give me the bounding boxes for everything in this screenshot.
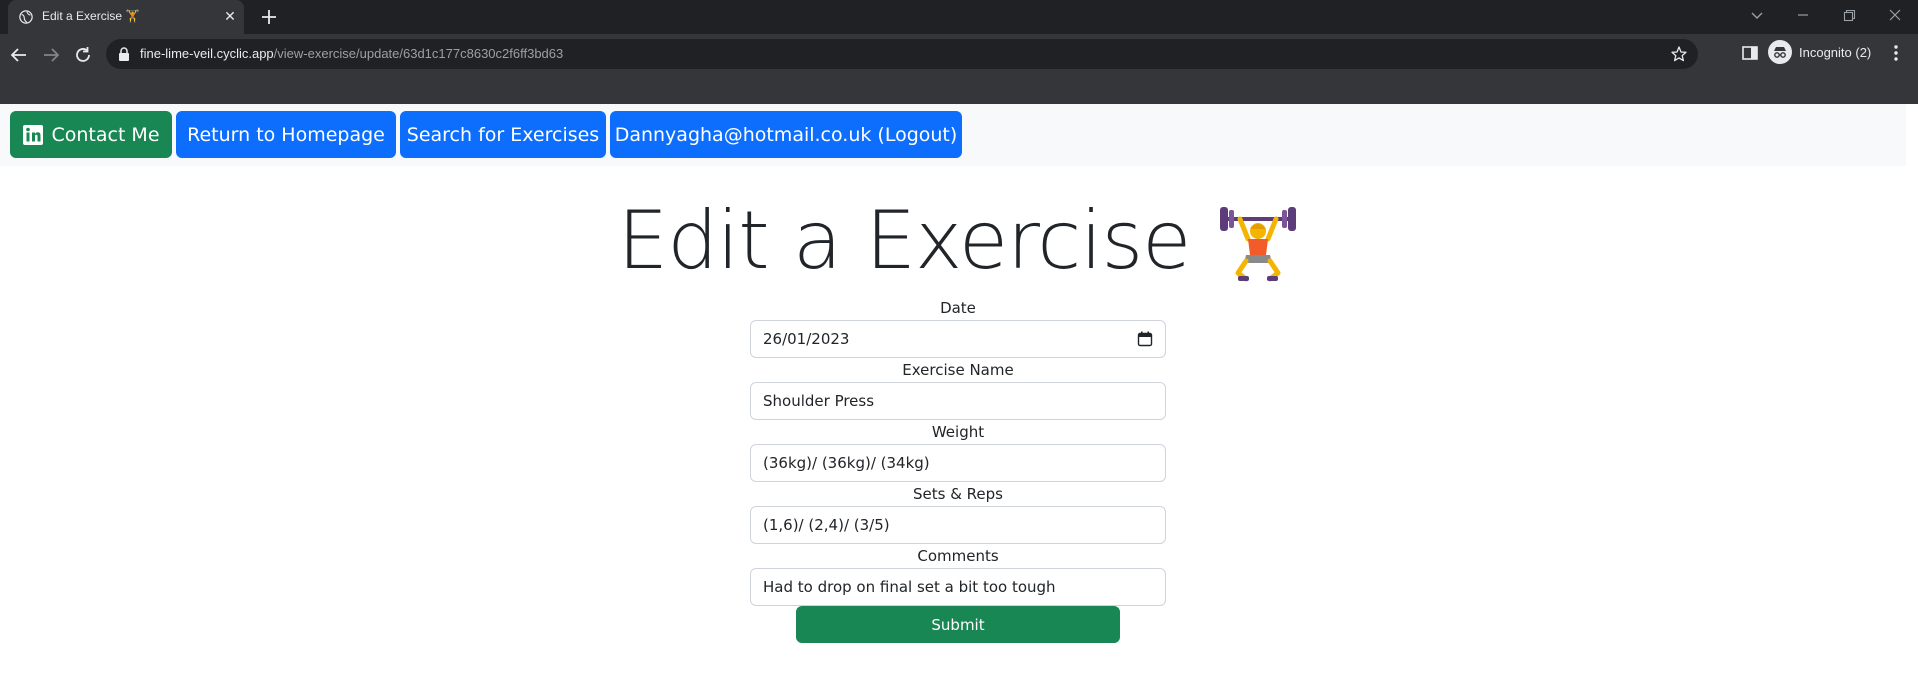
browser-tab-strip: Edit a Exercise 🏋️ ✕	[0, 0, 1918, 34]
exercise-name-input[interactable]: Shoulder Press	[750, 382, 1166, 420]
incognito-icon	[1768, 40, 1792, 64]
browser-menu-icon[interactable]	[1886, 43, 1906, 63]
minimize-icon[interactable]	[1790, 4, 1816, 26]
submit-label: Submit	[931, 615, 985, 634]
tab-title: Edit a Exercise 🏋️	[42, 9, 141, 23]
close-window-icon[interactable]	[1882, 4, 1908, 26]
new-tab-icon[interactable]	[258, 6, 280, 28]
linkedin-icon	[23, 124, 44, 145]
sets-reps-label: Sets & Reps	[913, 485, 1003, 503]
contact-me-label: Contact Me	[51, 123, 160, 146]
page-title: Edit a Exercise	[0, 186, 1918, 291]
date-label: Date	[940, 299, 976, 317]
edit-exercise-form: Date 26/01/2023 Exercise Name Shoulder P…	[750, 298, 1166, 608]
weight-value: (36kg)/ (36kg)/ (34kg)	[763, 454, 930, 472]
url-path: /view-exercise/update/63d1c177c8630c2f6f…	[273, 46, 564, 61]
return-home-label: Return to Homepage	[187, 123, 385, 146]
comments-label: Comments	[917, 547, 999, 565]
restore-icon[interactable]	[1836, 4, 1862, 26]
site-navbar: Contact Me Return to Homepage Search for…	[0, 104, 1906, 166]
calendar-icon[interactable]	[1137, 331, 1153, 347]
tab-search-icon[interactable]	[1744, 4, 1770, 26]
comments-value: Had to drop on final set a bit too tough	[763, 578, 1056, 596]
globe-icon	[19, 10, 33, 24]
browser-tab[interactable]: Edit a Exercise 🏋️ ✕	[8, 0, 244, 34]
weightlifter-icon	[1220, 207, 1297, 282]
contact-me-button[interactable]: Contact Me	[10, 111, 172, 158]
reload-icon[interactable]	[70, 42, 96, 68]
weight-label: Weight	[931, 423, 985, 441]
weight-input[interactable]: (36kg)/ (36kg)/ (34kg)	[750, 444, 1166, 482]
address-bar[interactable]: fine-lime-veil.cyclic.app/view-exercise/…	[106, 39, 1698, 69]
exercise-name-label: Exercise Name	[902, 361, 1014, 379]
incognito-label: Incognito (2)	[1799, 44, 1872, 60]
logout-label: Dannyagha@hotmail.co.uk (Logout)	[614, 123, 958, 146]
browser-toolbar: fine-lime-veil.cyclic.app/view-exercise/…	[0, 34, 1918, 104]
sets-reps-input[interactable]: (1,6)/ (2,4)/ (3/5)	[750, 506, 1166, 544]
exercise-name-value: Shoulder Press	[763, 392, 875, 410]
page-title-text: Edit a Exercise	[617, 194, 1192, 287]
tab-close-icon[interactable]: ✕	[222, 9, 238, 25]
date-value: 26/01/2023	[763, 330, 850, 348]
url-host: fine-lime-veil.cyclic.app	[140, 46, 274, 61]
back-arrow-icon[interactable]	[6, 42, 32, 68]
comments-input[interactable]: Had to drop on final set a bit too tough	[750, 568, 1166, 606]
bookmark-star-icon[interactable]	[1670, 45, 1688, 63]
logout-button[interactable]: Dannyagha@hotmail.co.uk (Logout)	[610, 111, 962, 158]
side-panel-icon[interactable]	[1740, 43, 1760, 63]
return-home-button[interactable]: Return to Homepage	[176, 111, 396, 158]
url-text[interactable]: fine-lime-veil.cyclic.app/view-exercise/…	[140, 46, 563, 61]
sets-reps-value: (1,6)/ (2,4)/ (3/5)	[763, 516, 890, 534]
lock-icon[interactable]	[118, 47, 130, 61]
date-input[interactable]: 26/01/2023	[750, 320, 1166, 358]
search-exercises-label: Search for Exercises	[406, 123, 600, 146]
incognito-profile-button[interactable]: Incognito (2)	[1768, 38, 1871, 66]
search-exercises-button[interactable]: Search for Exercises	[400, 111, 606, 158]
forward-arrow-icon[interactable]	[38, 42, 64, 68]
submit-button[interactable]: Submit	[796, 606, 1120, 643]
